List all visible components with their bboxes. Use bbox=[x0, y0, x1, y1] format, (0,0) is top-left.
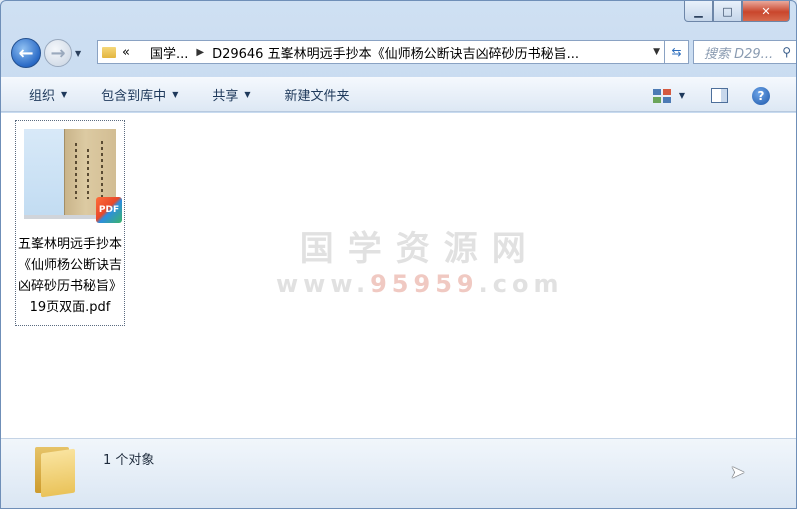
watermark-title: 国学资源网 bbox=[299, 229, 540, 269]
recent-pages-dropdown[interactable]: ▼ bbox=[75, 49, 81, 58]
forward-button[interactable]: → bbox=[44, 39, 72, 67]
new-folder-label: 新建文件夹 bbox=[284, 89, 350, 104]
include-library-label: 包含到库中 bbox=[101, 89, 167, 104]
search-input[interactable]: 搜索 D29... ⚲ bbox=[693, 40, 796, 64]
folder-icon bbox=[102, 46, 116, 58]
folder-icon bbox=[35, 443, 77, 498]
toolbar-right: ▼ ? bbox=[652, 78, 796, 113]
explorer-window: ▁ □ ✕ ← → ▼ « 国学... ▶ D29646 五峯林明远手抄本《仙师… bbox=[0, 0, 797, 509]
breadcrumb-current[interactable]: D29646 五峯林明远手抄本《仙师杨公断诀吉凶碎砂历书秘旨... bbox=[212, 43, 579, 62]
change-view-icon[interactable] bbox=[652, 88, 671, 103]
breadcrumb-item[interactable]: 国学... bbox=[150, 43, 188, 62]
refresh-button[interactable]: ⇆ bbox=[664, 40, 688, 64]
forward-arrow-icon: → bbox=[50, 42, 66, 64]
share-menu[interactable]: 共享 ▼ bbox=[212, 85, 250, 104]
chevron-down-icon: ▼ bbox=[244, 90, 251, 99]
help-icon[interactable]: ? bbox=[752, 86, 770, 105]
item-count: 1 个对象 bbox=[103, 453, 155, 468]
file-list-area[interactable]: 国学资源网 www.95959.com PDF 五峯林明远手抄本《仙师杨公断诀吉… bbox=[1, 113, 796, 438]
back-button[interactable]: ← bbox=[11, 38, 41, 68]
minimize-button[interactable]: ▁ bbox=[684, 1, 713, 22]
details-pane: 1 个对象 bbox=[1, 438, 796, 508]
navigation-row: ← → ▼ « 国学... ▶ D29646 五峯林明远手抄本《仙师杨公断诀吉凶… bbox=[11, 38, 796, 68]
close-button[interactable]: ✕ bbox=[742, 1, 790, 22]
preview-pane-icon[interactable] bbox=[711, 88, 728, 103]
search-placeholder: 搜索 D29... bbox=[704, 46, 774, 62]
caption-buttons: ▁ □ ✕ bbox=[684, 1, 790, 22]
search-icon[interactable]: ⚲ bbox=[782, 45, 791, 59]
include-library-menu[interactable]: 包含到库中 ▼ bbox=[101, 85, 178, 104]
watermark: 国学资源网 www.95959.com bbox=[276, 221, 563, 298]
address-dropdown-icon[interactable]: ▼ bbox=[653, 47, 660, 57]
address-bar[interactable]: « 国学... ▶ D29646 五峯林明远手抄本《仙师杨公断诀吉凶碎砂历书秘旨… bbox=[97, 40, 689, 64]
maximize-button[interactable]: □ bbox=[713, 1, 742, 22]
new-folder-button[interactable]: 新建文件夹 bbox=[285, 85, 350, 104]
watermark-url: www.95959.com bbox=[276, 270, 564, 298]
file-item[interactable]: PDF 五峯林明远手抄本《仙师杨公断诀吉凶碎砂历书秘旨》19页双面.pdf bbox=[15, 120, 125, 326]
pdf-file-icon: PDF bbox=[96, 197, 122, 223]
chevron-down-icon: ▼ bbox=[61, 90, 68, 99]
command-bar: 组织 ▼ 包含到库中 ▼ 共享 ▼ 新建文件夹 ▼ ? bbox=[1, 77, 796, 112]
organize-menu[interactable]: 组织 ▼ bbox=[29, 85, 67, 104]
mouse-cursor-icon: ➤ bbox=[730, 462, 746, 483]
share-label: 共享 bbox=[212, 89, 239, 104]
breadcrumb-overflow[interactable]: « bbox=[122, 45, 130, 60]
breadcrumb-separator-icon[interactable]: ▶ bbox=[196, 47, 204, 58]
file-name: 五峯林明远手抄本《仙师杨公断诀吉凶碎砂历书秘旨》19页双面.pdf bbox=[18, 237, 123, 315]
view-options-dropdown[interactable]: ▼ bbox=[679, 91, 685, 100]
organize-label: 组织 bbox=[29, 89, 56, 104]
chevron-down-icon: ▼ bbox=[172, 90, 179, 99]
back-arrow-icon: ← bbox=[18, 42, 34, 64]
